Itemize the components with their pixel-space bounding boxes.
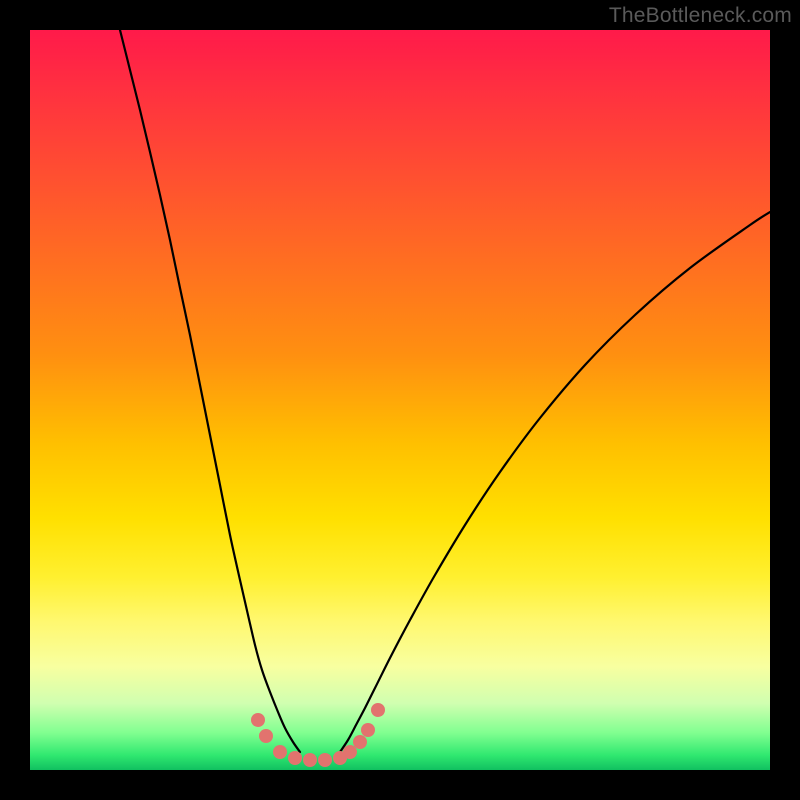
left-curve bbox=[120, 30, 300, 752]
valley-marker bbox=[318, 753, 332, 767]
plot-area bbox=[30, 30, 770, 770]
valley-markers bbox=[251, 703, 385, 767]
valley-marker bbox=[259, 729, 273, 743]
valley-marker bbox=[288, 751, 302, 765]
right-curve bbox=[340, 212, 770, 752]
valley-marker bbox=[343, 745, 357, 759]
valley-marker bbox=[251, 713, 265, 727]
valley-marker bbox=[361, 723, 375, 737]
watermark-text: TheBottleneck.com bbox=[609, 4, 792, 28]
valley-marker bbox=[371, 703, 385, 717]
valley-marker bbox=[353, 735, 367, 749]
chart-container: TheBottleneck.com bbox=[0, 0, 800, 800]
valley-marker bbox=[303, 753, 317, 767]
valley-marker bbox=[273, 745, 287, 759]
curve-svg bbox=[30, 30, 770, 770]
